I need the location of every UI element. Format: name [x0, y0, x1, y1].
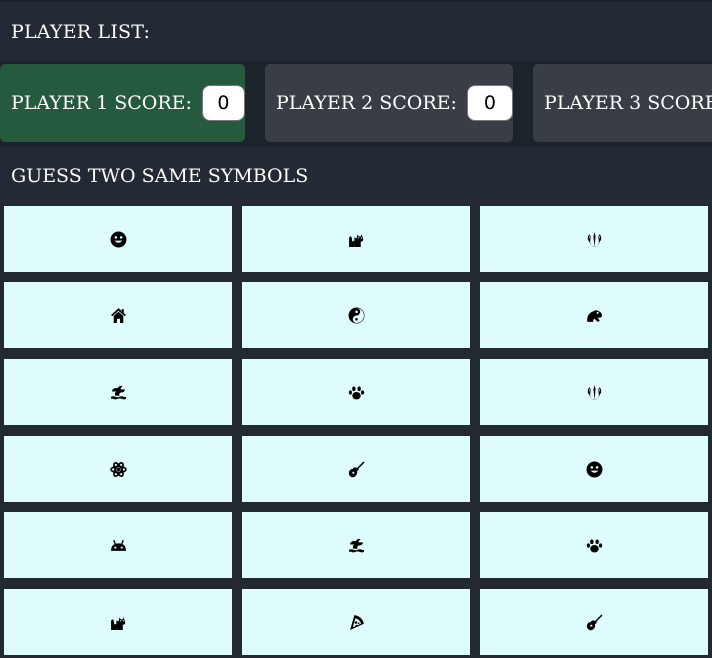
- card-grid: [0, 204, 712, 658]
- player-list-title: PLAYER LIST:: [11, 21, 151, 43]
- player-1-label: PLAYER 1 SCORE:: [11, 92, 192, 114]
- player-1-score: 0: [201, 85, 245, 121]
- water-icon: [110, 384, 127, 401]
- android-icon: [110, 537, 127, 554]
- jedi-icon: [586, 231, 603, 248]
- cat-icon: [348, 231, 365, 248]
- card-4-1[interactable]: [4, 436, 232, 502]
- frog-icon: [586, 307, 603, 324]
- player-3-label: PLAYER 3 SCORE:: [544, 92, 712, 114]
- card-4-2[interactable]: [242, 436, 470, 502]
- pizza-icon: [348, 614, 365, 631]
- smile-icon: [586, 461, 603, 478]
- card-1-3[interactable]: [480, 206, 708, 272]
- card-6-2[interactable]: [242, 589, 470, 655]
- player-2-card: PLAYER 2 SCORE: 0: [265, 64, 513, 142]
- jedi-icon: [586, 384, 603, 401]
- yin-yang-icon: [348, 307, 365, 324]
- card-5-3[interactable]: [480, 512, 708, 578]
- card-1-1[interactable]: [4, 206, 232, 272]
- player-list-header: PLAYER LIST:: [0, 0, 712, 62]
- card-5-2[interactable]: [242, 512, 470, 578]
- water-icon: [348, 537, 365, 554]
- player-1-card: PLAYER 1 SCORE: 0: [0, 64, 245, 142]
- game-title: GUESS TWO SAME SYMBOLS: [11, 165, 309, 187]
- smile-icon: [110, 231, 127, 248]
- card-2-2[interactable]: [242, 282, 470, 348]
- card-2-3[interactable]: [480, 282, 708, 348]
- cat-icon: [110, 614, 127, 631]
- guitar-icon: [586, 614, 603, 631]
- card-3-2[interactable]: [242, 359, 470, 425]
- game-instructions: GUESS TWO SAME SYMBOLS: [0, 146, 712, 204]
- guitar-icon: [348, 461, 365, 478]
- player-2-score: 0: [466, 85, 513, 121]
- player-2-label: PLAYER 2 SCORE:: [276, 92, 457, 114]
- card-5-1[interactable]: [4, 512, 232, 578]
- card-3-1[interactable]: [4, 359, 232, 425]
- atom-icon: [109, 461, 127, 478]
- paw-icon: [586, 537, 603, 554]
- card-1-2[interactable]: [242, 206, 470, 272]
- paw-icon: [348, 384, 365, 401]
- card-3-3[interactable]: [480, 359, 708, 425]
- card-6-3[interactable]: [480, 589, 708, 655]
- player-list: PLAYER 1 SCORE: 0 PLAYER 2 SCORE: 0 PLAY…: [0, 62, 712, 146]
- home-icon: [110, 307, 127, 324]
- card-6-1[interactable]: [4, 589, 232, 655]
- player-3-card: PLAYER 3 SCORE:: [533, 64, 712, 142]
- card-2-1[interactable]: [4, 282, 232, 348]
- card-4-3[interactable]: [480, 436, 708, 502]
